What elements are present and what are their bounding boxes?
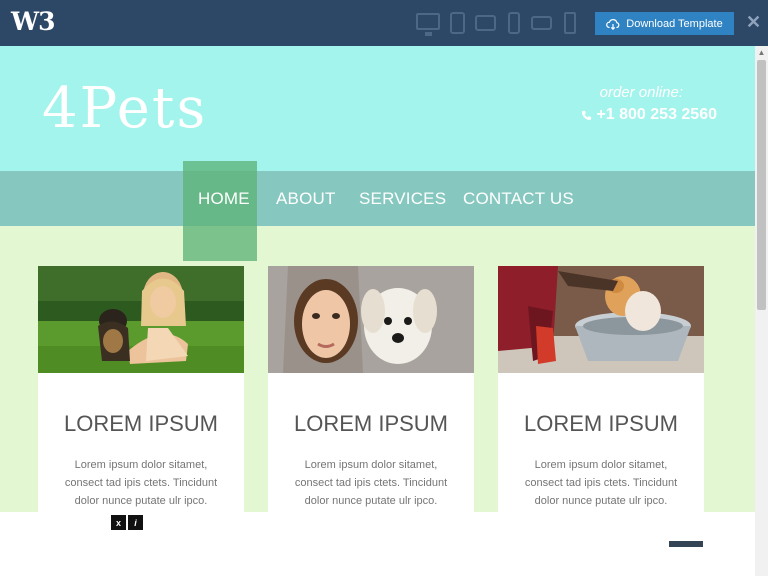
- phone-portrait-icon[interactable]: [508, 12, 520, 34]
- phone-number[interactable]: +1 800 253 2560: [581, 106, 717, 124]
- card-title: LOREM IPSUM: [293, 411, 449, 436]
- card-photo-woman-white-dog[interactable]: [268, 266, 474, 373]
- preview-toolbar: W3 Download Template ✕: [0, 0, 768, 46]
- card-text: Lorem ipsum dolor sitamet, consect tad i…: [524, 459, 678, 507]
- nav-home[interactable]: HOME: [198, 189, 250, 209]
- back-to-top-tab[interactable]: [669, 541, 703, 547]
- phone-number-text: +1 800 253 2560: [596, 106, 717, 123]
- scroll-up-arrow-icon[interactable]: ▲: [755, 48, 768, 58]
- close-icon[interactable]: ✕: [746, 12, 761, 33]
- phone-icon: [582, 110, 592, 120]
- nav-contact-us[interactable]: CONTACT US: [463, 189, 574, 209]
- nav-active-highlight: [183, 161, 257, 261]
- phone-landscape-icon[interactable]: [531, 16, 552, 30]
- nav-services[interactable]: SERVICES: [359, 189, 446, 209]
- cloud-download-icon: [606, 18, 620, 30]
- brand-logo[interactable]: 4Pets: [42, 76, 207, 141]
- scrollbar-thumb[interactable]: [757, 60, 766, 310]
- w3-logo[interactable]: W3: [11, 7, 55, 36]
- card-title: LOREM IPSUM: [523, 411, 679, 436]
- download-template-button[interactable]: Download Template: [595, 12, 734, 35]
- info-small-button[interactable]: i: [128, 515, 143, 530]
- card-text: Lorem ipsum dolor sitamet, consect tad i…: [294, 459, 448, 507]
- template-preview: 4Pets order online: +1 800 253 2560 HOME…: [0, 46, 755, 576]
- tablet-landscape-icon[interactable]: [475, 15, 496, 31]
- tablet-portrait-icon[interactable]: [450, 12, 465, 34]
- close-small-button[interactable]: x: [111, 515, 126, 530]
- download-template-label: Download Template: [626, 17, 723, 30]
- card-photo-dog-bath[interactable]: [498, 266, 704, 373]
- nav-about[interactable]: ABOUT: [276, 189, 336, 209]
- card-text: Lorem ipsum dolor sitamet, consect tad i…: [64, 459, 218, 507]
- scrollbar[interactable]: ▲: [755, 46, 768, 576]
- small-phone-icon[interactable]: [564, 12, 576, 34]
- order-online-label: order online:: [599, 84, 683, 101]
- card-title: LOREM IPSUM: [63, 411, 219, 436]
- desktop-view-icon[interactable]: [416, 13, 440, 36]
- card-photo-woman-dog-grass[interactable]: [38, 266, 244, 373]
